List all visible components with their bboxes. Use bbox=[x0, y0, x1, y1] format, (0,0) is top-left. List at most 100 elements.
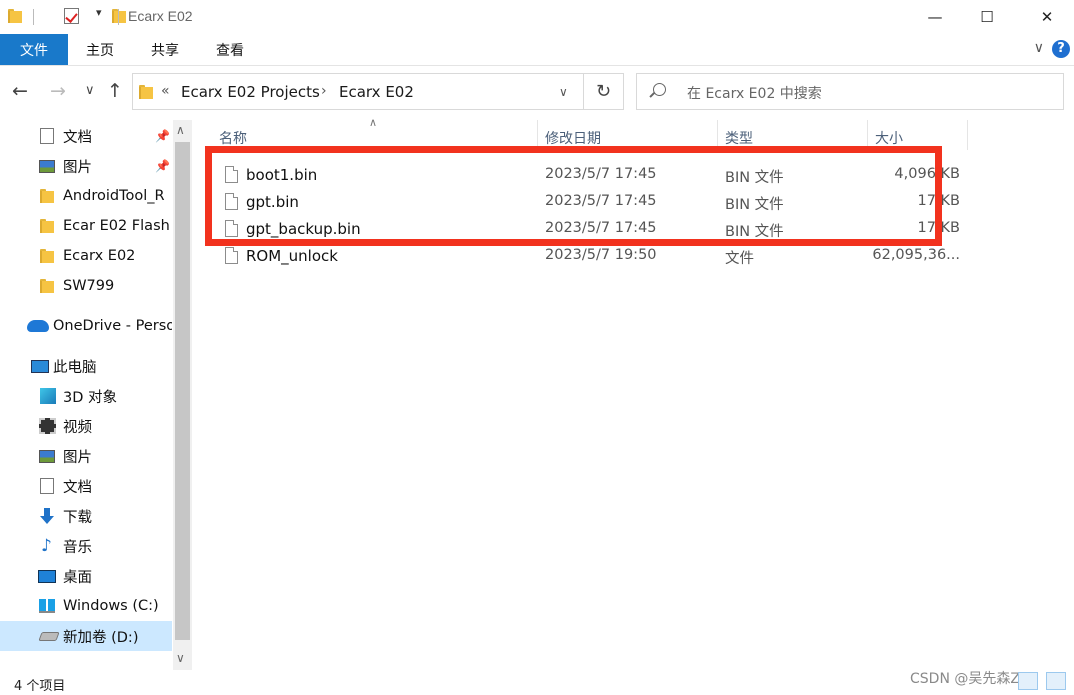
file-row[interactable]: ROM_unlock 2023/5/7 19:50 文件 62,095,36..… bbox=[212, 243, 972, 270]
breadcrumb-item[interactable]: Ecarx E02 bbox=[339, 83, 414, 101]
tab-home[interactable]: 主页 bbox=[70, 34, 130, 65]
tab-share[interactable]: 共享 bbox=[135, 34, 195, 65]
document-icon bbox=[40, 478, 54, 494]
sidebar-item-documents-pc[interactable]: 文档 bbox=[0, 471, 172, 501]
file-date: 2023/5/7 17:45 bbox=[545, 220, 657, 236]
file-type: BIN 文件 bbox=[725, 170, 784, 186]
breadcrumb-separator[interactable]: › bbox=[321, 83, 327, 99]
file-name: ROM_unlock bbox=[246, 247, 338, 265]
sidebar-item-label: 文档 bbox=[63, 479, 92, 496]
maximize-button[interactable]: ☐ bbox=[962, 0, 1012, 34]
sidebar-item-label: 此电脑 bbox=[53, 359, 97, 376]
search-box[interactable]: 在 Ecarx E02 中搜索 bbox=[636, 73, 1064, 110]
file-row[interactable]: boot1.bin 2023/5/7 17:45 BIN 文件 4,096 KB bbox=[212, 162, 972, 189]
sidebar-item-label: 桌面 bbox=[63, 569, 92, 586]
address-dropdown-icon[interactable]: ∨ bbox=[559, 85, 568, 99]
recent-locations-button[interactable]: ∨ bbox=[85, 83, 95, 98]
scroll-down-icon[interactable]: ∨ bbox=[176, 651, 185, 665]
file-type: BIN 文件 bbox=[725, 224, 784, 240]
sidebar-item-pictures-pc[interactable]: 图片 bbox=[0, 441, 172, 471]
sidebar-item-ecar-flash[interactable]: Ecar E02 Flash F bbox=[0, 211, 172, 241]
videos-icon bbox=[39, 418, 56, 434]
expand-ribbon-icon[interactable]: ∨ bbox=[1034, 40, 1044, 56]
sidebar-item-windows-c[interactable]: Windows (C:) bbox=[0, 591, 172, 621]
details-view-button[interactable] bbox=[1018, 672, 1038, 690]
sidebar-item-label: 音乐 bbox=[63, 539, 92, 556]
refresh-button[interactable]: ↻ bbox=[584, 73, 624, 110]
folder-icon bbox=[8, 8, 22, 24]
file-icon bbox=[225, 247, 238, 264]
properties-icon[interactable] bbox=[64, 8, 80, 24]
file-icon bbox=[225, 166, 238, 183]
file-name: gpt.bin bbox=[246, 193, 299, 211]
downloads-icon bbox=[40, 508, 54, 524]
sidebar-item-pictures[interactable]: 图片 📌 bbox=[0, 151, 172, 181]
column-header-date[interactable]: 修改日期 bbox=[545, 128, 601, 148]
sidebar-item-this-pc[interactable]: 此电脑 bbox=[0, 351, 172, 381]
window-title: Ecarx E02 bbox=[128, 8, 193, 24]
customize-toolbar-icon[interactable]: ▾ bbox=[96, 6, 102, 19]
sidebar-item-3d-objects[interactable]: 3D 对象 bbox=[0, 381, 172, 411]
sidebar-scroll-thumb[interactable] bbox=[175, 142, 190, 640]
file-row[interactable]: gpt_backup.bin 2023/5/7 17:45 BIN 文件 17 … bbox=[212, 216, 972, 243]
search-icon bbox=[653, 83, 666, 96]
sort-ascending-icon: ∧ bbox=[369, 116, 378, 129]
sidebar-item-label: 图片 bbox=[63, 159, 92, 176]
windows-drive-icon bbox=[39, 599, 55, 613]
scroll-up-icon[interactable]: ∧ bbox=[176, 123, 185, 137]
address-bar[interactable]: « Ecarx E02 Projects › Ecarx E02 ∨ bbox=[132, 73, 584, 110]
sidebar-item-volume-d[interactable]: 新加卷 (D:) bbox=[0, 621, 172, 651]
sidebar-item-label: 图片 bbox=[63, 449, 92, 466]
pictures-icon bbox=[39, 449, 55, 463]
minimize-button[interactable]: — bbox=[910, 0, 960, 34]
column-divider[interactable] bbox=[867, 120, 868, 150]
folder-icon bbox=[40, 218, 54, 234]
file-size: 62,095,36... bbox=[872, 247, 960, 263]
large-icons-view-button[interactable] bbox=[1046, 672, 1066, 690]
sidebar-item-label: OneDrive - Perso bbox=[53, 318, 172, 334]
item-count: 4 个项目 bbox=[14, 679, 66, 694]
folder-icon bbox=[40, 248, 54, 264]
file-date: 2023/5/7 17:45 bbox=[545, 166, 657, 182]
column-divider[interactable] bbox=[537, 120, 538, 150]
column-header-type[interactable]: 类型 bbox=[725, 128, 753, 148]
close-button[interactable]: ✕ bbox=[1022, 0, 1072, 34]
up-button[interactable]: ↑ bbox=[107, 80, 123, 102]
pin-icon: 📌 bbox=[155, 159, 170, 173]
document-icon bbox=[40, 128, 54, 144]
sidebar-item-ecarx-e02[interactable]: Ecarx E02 bbox=[0, 241, 172, 271]
file-row[interactable]: gpt.bin 2023/5/7 17:45 BIN 文件 17 KB bbox=[212, 189, 972, 216]
tab-view[interactable]: 查看 bbox=[200, 34, 260, 65]
tab-file[interactable]: 文件 bbox=[0, 34, 68, 65]
column-header-size[interactable]: 大小 bbox=[875, 128, 903, 148]
forward-button[interactable]: → bbox=[50, 80, 66, 102]
breadcrumb-item[interactable]: Ecarx E02 Projects bbox=[181, 83, 320, 101]
file-size: 17 KB bbox=[917, 220, 960, 236]
sidebar-item-desktop[interactable]: 桌面 bbox=[0, 561, 172, 591]
back-button[interactable]: ← bbox=[12, 80, 28, 102]
column-header-name[interactable]: 名称 bbox=[219, 128, 247, 148]
sidebar-item-documents[interactable]: 文档 📌 bbox=[0, 121, 172, 151]
sidebar-item-sw799[interactable]: SW799 bbox=[0, 271, 172, 301]
file-icon bbox=[225, 193, 238, 210]
column-divider[interactable] bbox=[717, 120, 718, 150]
sidebar-item-music[interactable]: ♪ 音乐 bbox=[0, 531, 172, 561]
file-list: ∧ 名称 修改日期 类型 大小 boot1.bin 2023/5/7 17:45… bbox=[192, 116, 1074, 670]
separator bbox=[33, 9, 34, 25]
breadcrumb-overflow[interactable]: « bbox=[161, 83, 170, 99]
sidebar-item-videos[interactable]: 视频 bbox=[0, 411, 172, 441]
file-size: 4,096 KB bbox=[894, 166, 960, 182]
sidebar-item-onedrive[interactable]: OneDrive - Perso bbox=[0, 311, 172, 341]
sidebar-item-label: SW799 bbox=[63, 278, 115, 294]
sidebar-item-downloads[interactable]: 下载 bbox=[0, 501, 172, 531]
help-icon[interactable]: ? bbox=[1052, 40, 1070, 58]
pin-icon: 📌 bbox=[155, 129, 170, 143]
file-date: 2023/5/7 19:50 bbox=[545, 247, 657, 263]
sidebar-item-androidtool[interactable]: AndroidTool_R bbox=[0, 181, 172, 211]
sidebar-item-label: Ecar E02 Flash F bbox=[63, 218, 172, 234]
sidebar-item-label: 视频 bbox=[63, 419, 92, 436]
sidebar-item-label: Ecarx E02 bbox=[63, 248, 136, 264]
column-divider[interactable] bbox=[967, 120, 968, 150]
title-bar: ▾ Ecarx E02 — ☐ ✕ bbox=[0, 0, 1074, 34]
sidebar-item-label: Windows (C:) bbox=[63, 598, 159, 614]
